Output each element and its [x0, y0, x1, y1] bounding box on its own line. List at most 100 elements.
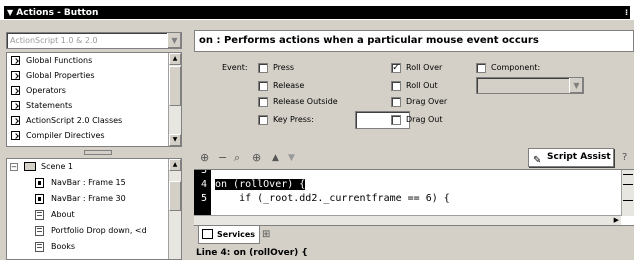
checkbox-label: Press: [273, 63, 295, 72]
tab-services[interactable]: Services: [198, 226, 261, 244]
tree-item-label: Books: [51, 242, 76, 251]
checkbox-label: Drag Over: [406, 97, 448, 106]
tree-item-label: Portfolio Drop down, <d: [51, 226, 147, 235]
toolbox-scrollbar[interactable]: ▲ ▼: [168, 53, 181, 146]
book-icon: [11, 101, 20, 110]
checkbox-box-checked[interactable]: ✓: [391, 63, 401, 73]
panel-options-icon[interactable]: ⁝: [625, 6, 628, 19]
line-number: 4: [200, 179, 207, 190]
tab-label: Services: [217, 230, 256, 239]
checkbox-press[interactable]: Press: [258, 62, 294, 74]
checkbox-component[interactable]: Component:: [476, 62, 540, 74]
panel-title: Actions - Button: [16, 8, 99, 18]
scroll-thumb[interactable]: [169, 66, 181, 106]
checkbox-box[interactable]: [258, 63, 268, 73]
component-select[interactable]: ▼: [476, 77, 584, 94]
pin-script-icon[interactable]: ⊞: [262, 229, 270, 240]
toolbox-item-label: Statements: [26, 101, 73, 110]
checkbox-label: Drag Out: [406, 115, 443, 124]
checkbox-key-press[interactable]: Key Press:: [258, 114, 314, 126]
toolbox-item-global-functions[interactable]: Global Functions: [7, 53, 181, 68]
book-icon: [11, 56, 20, 65]
panel-titlebar[interactable]: ▼ Actions - Button ⁝: [0, 0, 634, 20]
checkbox-roll-over[interactable]: ✓ Roll Over: [391, 62, 442, 74]
scroll-thumb[interactable]: [169, 181, 181, 211]
move-down-icon[interactable]: ▼: [288, 151, 295, 165]
scroll-right-icon[interactable]: ▶: [614, 216, 619, 225]
movie-clip-icon: [35, 226, 44, 236]
scroll-up-icon[interactable]: ▲: [169, 159, 181, 171]
checkbox-label: Roll Out: [406, 81, 438, 90]
tree-item-about[interactable]: About: [7, 207, 181, 223]
tree-item-frame-30[interactable]: NavBar : Frame 30: [7, 191, 181, 207]
left-panel: ActionScript 1.0 & 2.0 ▼ Global Function…: [6, 26, 190, 260]
move-up-icon[interactable]: ▲: [272, 151, 279, 165]
toolbox-item-global-properties[interactable]: Global Properties: [7, 68, 181, 83]
toolbox-item-operators[interactable]: Operators: [7, 83, 181, 98]
pane-splitter[interactable]: [6, 148, 190, 156]
code-line[interactable]: on (rollOver) {: [215, 178, 306, 192]
actions-toolbox: Global Functions Global Properties Opera…: [6, 52, 182, 147]
movie-clip-icon: [35, 242, 44, 252]
editor-vertical-scrollbar[interactable]: [621, 170, 634, 216]
checkbox-drag-over[interactable]: Drag Over: [391, 96, 447, 108]
scroll-marker: [623, 200, 633, 201]
scroll-up-icon[interactable]: ▲: [169, 53, 181, 65]
checkbox-roll-out[interactable]: Roll Out: [391, 80, 438, 92]
tree-item-label: About: [51, 210, 75, 219]
checkbox-box[interactable]: [391, 97, 401, 107]
checkbox-release-outside[interactable]: Release Outside: [258, 96, 338, 108]
selected-code: on (rollOver) {: [215, 179, 306, 190]
add-item-icon[interactable]: ⊕: [200, 151, 209, 165]
toolbox-item-statements[interactable]: Statements: [7, 98, 181, 113]
script-editor[interactable]: 3 4 5 on (rollOver) { if (_root.dd2._cur…: [194, 169, 634, 225]
tree-item-scene[interactable]: − Scene 1: [7, 159, 181, 175]
scroll-down-icon[interactable]: ▼: [169, 134, 181, 146]
splitter-handle[interactable]: [84, 150, 112, 155]
target-path-icon[interactable]: ⊕: [252, 151, 261, 165]
collapse-icon[interactable]: −: [10, 163, 18, 171]
navigator-scrollbar[interactable]: ▲: [168, 159, 181, 259]
tree-item-books[interactable]: Books: [7, 239, 181, 255]
frame-icon: [35, 178, 44, 188]
chevron-down-icon[interactable]: ▼: [569, 78, 583, 93]
checkbox-label: Roll Over: [406, 63, 443, 72]
toolbox-item-as2-classes[interactable]: ActionScript 2.0 Classes: [7, 113, 181, 128]
collapse-triangle-icon[interactable]: ▼: [7, 8, 13, 17]
checkbox-label: Key Press:: [273, 115, 314, 124]
help-icon[interactable]: ?: [622, 151, 627, 165]
checkbox-release[interactable]: Release: [258, 80, 304, 92]
script-assist-label: Script Assist: [547, 152, 611, 162]
book-icon: [11, 71, 20, 80]
tree-item-label: NavBar : Frame 15: [51, 178, 126, 187]
editor-tabs: Services ⊞: [194, 225, 634, 245]
frame-icon: [35, 194, 44, 204]
chevron-down-icon[interactable]: ▼: [167, 33, 181, 48]
actionscript-version-select[interactable]: ActionScript 1.0 & 2.0 ▼: [6, 32, 182, 49]
services-icon: [202, 229, 213, 239]
tree-item-portfolio[interactable]: Portfolio Drop down, <d: [7, 223, 181, 239]
editor-horizontal-scrollbar[interactable]: ▶: [194, 215, 621, 225]
delete-item-icon[interactable]: −: [218, 151, 227, 165]
toolbox-item-label: Operators: [26, 86, 66, 95]
scroll-marker: [623, 184, 633, 185]
toolbox-item-compiler-directives[interactable]: Compiler Directives: [7, 128, 181, 143]
line-number: 5: [200, 193, 207, 204]
line-number: 3: [200, 169, 207, 176]
find-icon[interactable]: ⌕: [234, 151, 240, 165]
checkbox-box[interactable]: [391, 115, 401, 125]
checkbox-box[interactable]: [258, 115, 268, 125]
checkbox-box[interactable]: [476, 63, 486, 73]
checkbox-box[interactable]: [258, 97, 268, 107]
checkbox-drag-out[interactable]: Drag Out: [391, 114, 442, 126]
checkbox-box[interactable]: [391, 81, 401, 91]
script-assist-button[interactable]: ✎ Script Assist: [528, 148, 614, 167]
tree-item-frame-15[interactable]: NavBar : Frame 15: [7, 175, 181, 191]
scroll-marker: [623, 174, 633, 175]
code-line[interactable]: if (_root.dd2._currentframe == 6) {: [215, 192, 450, 206]
toolbox-item-label: Compiler Directives: [26, 131, 105, 140]
magic-wand-icon: ✎: [533, 155, 542, 166]
panel-title-bar[interactable]: ▼ Actions - Button ⁝: [4, 6, 630, 19]
book-icon: [11, 86, 20, 95]
checkbox-box[interactable]: [258, 81, 268, 91]
